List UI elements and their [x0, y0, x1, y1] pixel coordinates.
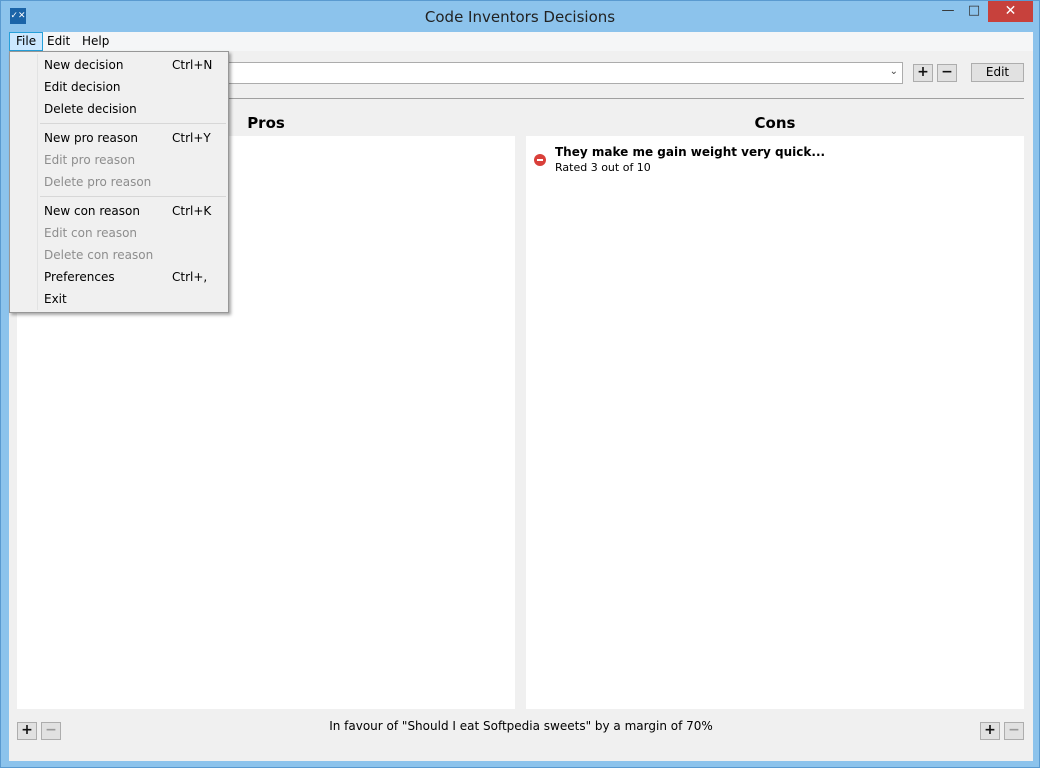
cons-header: Cons — [754, 114, 796, 132]
remove-decision-button[interactable]: − — [937, 64, 957, 82]
file-menu-dropdown: New decision Ctrl+N Edit decision Delete… — [9, 51, 229, 313]
edit-decision-button[interactable]: Edit — [971, 63, 1024, 82]
chevron-down-icon[interactable]: ⌄ — [890, 66, 898, 77]
menu-item-new-con-reason[interactable]: New con reason Ctrl+K — [12, 200, 226, 222]
app-window: ✓✕ Code Inventors Decisions — □ ✕ File E… — [0, 0, 1040, 768]
menu-edit[interactable]: Edit — [41, 32, 76, 51]
menu-separator — [40, 123, 226, 124]
title-bar[interactable]: ✓✕ Code Inventors Decisions — □ ✕ — [1, 1, 1039, 32]
menu-item-label: Edit pro reason — [44, 153, 136, 167]
menu-file[interactable]: File — [9, 32, 44, 51]
menu-separator — [40, 196, 226, 197]
status-text: In favour of "Should I eat Softpedia swe… — [329, 719, 713, 733]
menu-item-delete-decision[interactable]: Delete decision — [12, 98, 226, 120]
menu-item-shortcut: Ctrl+Y — [172, 131, 211, 145]
menu-item-edit-con-reason[interactable]: Edit con reason — [12, 222, 226, 244]
menu-item-exit[interactable]: Exit — [12, 288, 226, 310]
reason-rating: Rated 3 out of 10 — [555, 161, 651, 174]
remove-con-button[interactable]: − — [1004, 722, 1024, 740]
menu-item-delete-con-reason[interactable]: Delete con reason — [12, 244, 226, 266]
reason-title: They make me gain weight very quick... — [555, 145, 826, 159]
menu-item-label: Exit — [44, 292, 67, 306]
menu-help[interactable]: Help — [76, 32, 115, 51]
close-button[interactable]: ✕ — [988, 1, 1033, 22]
add-decision-button[interactable]: + — [913, 64, 933, 82]
menu-item-new-decision[interactable]: New decision Ctrl+N — [12, 54, 226, 76]
menu-bar: File Edit Help — [9, 32, 1033, 51]
cons-list[interactable]: They make me gain weight very quick... R… — [526, 136, 1024, 709]
decision-select[interactable]: ⌄ — [227, 62, 903, 84]
menu-item-edit-pro-reason[interactable]: Edit pro reason — [12, 149, 226, 171]
menu-item-edit-decision[interactable]: Edit decision — [12, 76, 226, 98]
menu-item-preferences[interactable]: Preferences Ctrl+, — [12, 266, 226, 288]
window-title: Code Inventors Decisions — [424, 8, 616, 26]
menu-item-shortcut: Ctrl+N — [172, 58, 213, 72]
list-item[interactable]: They make me gain weight very quick... R… — [534, 144, 1014, 178]
menu-item-label: Preferences — [44, 270, 115, 284]
menu-item-shortcut: Ctrl+, — [172, 270, 208, 284]
add-con-button[interactable]: + — [980, 722, 1000, 740]
menu-item-new-pro-reason[interactable]: New pro reason Ctrl+Y — [12, 127, 226, 149]
menu-item-label: Delete con reason — [44, 248, 154, 262]
menu-item-label: Edit con reason — [44, 226, 138, 240]
menu-item-label: New con reason — [44, 204, 140, 218]
menu-item-label: Delete decision — [44, 102, 137, 116]
divider — [219, 98, 1024, 99]
menu-item-label: New pro reason — [44, 131, 139, 145]
menu-item-label: New decision — [44, 58, 124, 72]
menu-item-label: Delete pro reason — [44, 175, 152, 189]
menu-item-shortcut: Ctrl+K — [172, 204, 212, 218]
minus-circle-icon — [534, 154, 546, 166]
menu-item-label: Edit decision — [44, 80, 121, 94]
minimize-button[interactable]: — — [935, 1, 961, 22]
maximize-button[interactable]: □ — [961, 1, 987, 22]
menu-item-delete-pro-reason[interactable]: Delete pro reason — [12, 171, 226, 193]
